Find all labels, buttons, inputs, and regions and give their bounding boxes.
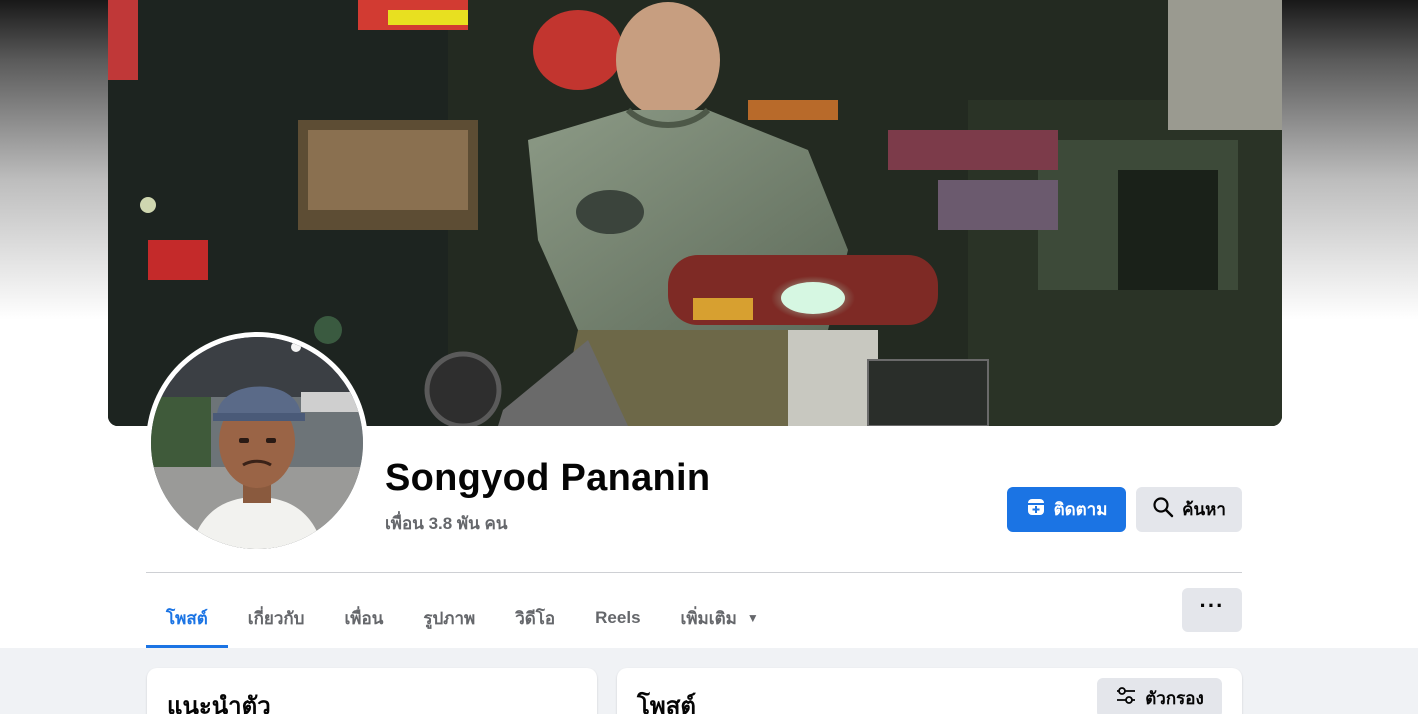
search-label: ค้นหา	[1182, 500, 1226, 519]
tab-more[interactable]: เพิ่มเติม ▼	[661, 588, 779, 648]
tab-friends[interactable]: เพื่อน	[324, 588, 403, 648]
tab-posts[interactable]: โพสต์	[146, 588, 228, 648]
profile-picture[interactable]	[146, 332, 368, 554]
follow-button[interactable]: ติดตาม	[1007, 487, 1126, 532]
caret-down-icon: ▼	[746, 611, 759, 625]
search-icon	[1152, 496, 1174, 523]
profile-tabs: โพสต์ เกี่ยวกับ เพื่อน รูปภาพ วิดีโอ Ree…	[146, 588, 779, 648]
avatar-image	[151, 337, 363, 549]
posts-card-title: โพสต์	[637, 693, 696, 714]
follow-box-plus-icon	[1026, 497, 1046, 522]
friends-count[interactable]: เพื่อน 3.8 พัน คน	[385, 510, 507, 537]
tab-label: เพิ่มเติม	[680, 608, 737, 628]
filter-button[interactable]: ตัวกรอง	[1097, 678, 1222, 714]
tab-label: เกี่ยวกับ	[247, 608, 305, 628]
intro-card: แนะนำตัว	[147, 668, 597, 714]
follow-label: ติดตาม	[1053, 500, 1108, 519]
more-options-button[interactable]: ···	[1182, 588, 1242, 632]
tab-about[interactable]: เกี่ยวกับ	[228, 588, 325, 648]
filter-label: ตัวกรอง	[1145, 688, 1204, 708]
tab-label: โพสต์	[166, 608, 208, 628]
tab-photos[interactable]: รูปภาพ	[403, 588, 495, 648]
intro-card-title: แนะนำตัว	[167, 693, 271, 714]
tab-label: Reels	[595, 608, 641, 627]
avatar	[151, 337, 363, 549]
profile-name: Songyod Pananin	[385, 457, 711, 499]
posts-card: โพสต์ ตัวกรอง	[617, 668, 1242, 714]
tab-label: เพื่อน	[344, 608, 384, 628]
search-profile-button[interactable]: ค้นหา	[1136, 487, 1242, 532]
filter-sliders-icon	[1115, 686, 1137, 711]
tab-label: วิดีโอ	[515, 608, 556, 628]
tab-videos[interactable]: วิดีโอ	[495, 588, 575, 648]
tab-reels[interactable]: Reels	[575, 588, 660, 648]
tab-label: รูปภาพ	[423, 608, 476, 628]
header-divider	[146, 572, 1242, 573]
